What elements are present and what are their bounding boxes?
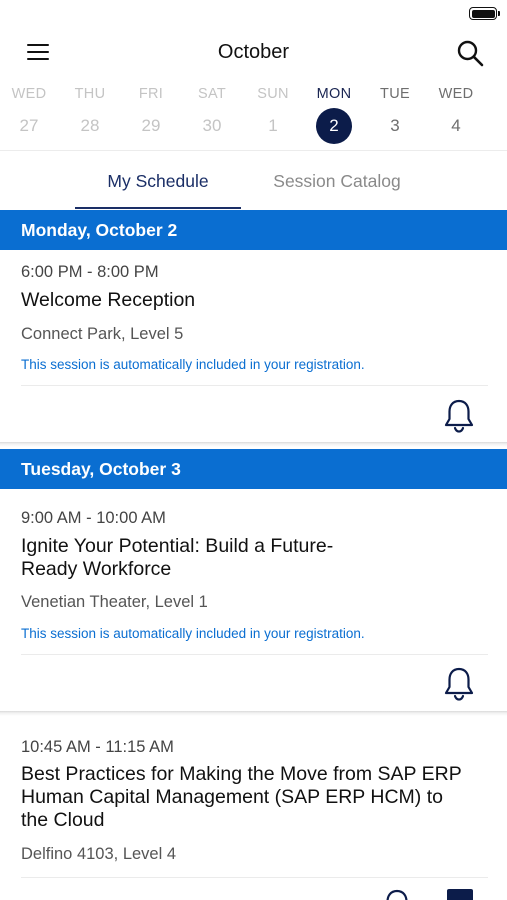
session-card[interactable]: 9:00 AM - 10:00 AM Ignite Your Potential… bbox=[0, 489, 507, 711]
day-sun-1[interactable]: SUN 1 bbox=[243, 84, 303, 144]
session-title-line: Human Capital Management (SAP ERP HCM) t… bbox=[21, 786, 443, 808]
divider bbox=[21, 654, 488, 655]
day-number: 2 bbox=[316, 108, 352, 144]
bell-icon[interactable] bbox=[443, 666, 475, 702]
day-fri-29[interactable]: FRI 29 bbox=[121, 84, 181, 144]
session-title-line: the Cloud bbox=[21, 809, 105, 831]
app-header: October bbox=[0, 28, 507, 80]
schedule-tabs: My Schedule Session Catalog bbox=[0, 160, 507, 210]
day-mon-2-selected[interactable]: MON 2 bbox=[304, 84, 364, 144]
active-tab-indicator bbox=[75, 207, 241, 209]
tab-label: Session Catalog bbox=[273, 171, 401, 191]
session-location: Connect Park, Level 5 bbox=[21, 325, 184, 343]
day-of-week-label: WED bbox=[438, 86, 474, 102]
session-card[interactable]: 10:45 AM - 11:15 AM Best Practices for M… bbox=[0, 716, 507, 900]
day-wed-27[interactable]: WED 27 bbox=[0, 84, 59, 144]
session-time: 10:45 AM - 11:15 AM bbox=[21, 738, 174, 756]
bell-icon[interactable] bbox=[443, 398, 475, 434]
day-sat-30[interactable]: SAT 30 bbox=[182, 84, 242, 144]
day-of-week-label: FRI bbox=[138, 86, 164, 102]
session-registration-note: This session is automatically included i… bbox=[21, 626, 365, 641]
session-time: 6:00 PM - 8:00 PM bbox=[21, 263, 159, 281]
tab-label: My Schedule bbox=[107, 171, 209, 191]
session-location: Venetian Theater, Level 1 bbox=[21, 593, 208, 611]
page-title: October bbox=[217, 41, 290, 63]
day-number: 29 bbox=[141, 116, 161, 135]
card-separator bbox=[0, 442, 507, 447]
week-day-selector: WED 27 THU 28 FRI 29 SAT 30 SUN 1 MON 2 … bbox=[0, 84, 507, 150]
day-number: 30 bbox=[202, 116, 222, 135]
day-of-week-label: SUN bbox=[257, 86, 289, 102]
session-title-line: Ignite Your Potential: Build a Future- bbox=[21, 535, 334, 557]
day-number: 4 bbox=[451, 116, 461, 135]
bell-icon[interactable] bbox=[381, 888, 413, 900]
day-section-header: Monday, October 2 bbox=[0, 210, 507, 250]
tab-my-schedule[interactable]: My Schedule bbox=[75, 160, 241, 209]
divider bbox=[0, 150, 507, 151]
day-tue-3[interactable]: TUE 3 bbox=[365, 84, 425, 144]
day-wed-4[interactable]: WED 4 bbox=[426, 84, 486, 144]
day-number: 3 bbox=[390, 116, 400, 135]
day-of-week-label: THU bbox=[74, 86, 106, 102]
day-of-week-label: WED bbox=[11, 86, 47, 102]
day-of-week-label: TUE bbox=[380, 86, 410, 102]
day-of-week-label: SAT bbox=[197, 86, 227, 102]
divider bbox=[21, 385, 488, 386]
day-number: 28 bbox=[80, 116, 100, 135]
session-card[interactable]: 6:00 PM - 8:00 PM Welcome Reception Conn… bbox=[0, 250, 507, 442]
session-title: Ignite Your Potential: Build a Future- R… bbox=[21, 535, 333, 581]
session-title: Best Practices for Making the Move from … bbox=[21, 763, 462, 832]
session-time: 9:00 AM - 10:00 AM bbox=[21, 509, 166, 527]
add-to-schedule-icon[interactable] bbox=[447, 889, 473, 900]
battery-icon bbox=[469, 7, 500, 20]
day-number: 27 bbox=[19, 116, 39, 135]
search-icon[interactable] bbox=[455, 38, 485, 68]
day-number: 1 bbox=[268, 116, 278, 135]
session-location: Delfino 4103, Level 4 bbox=[21, 845, 177, 863]
day-section-header: Tuesday, October 3 bbox=[0, 449, 507, 489]
session-title-line: Best Practices for Making the Move from … bbox=[21, 763, 462, 785]
tab-session-catalog[interactable]: Session Catalog bbox=[258, 160, 416, 208]
divider bbox=[21, 877, 488, 878]
day-thu-28[interactable]: THU 28 bbox=[60, 84, 120, 144]
session-title: Welcome Reception bbox=[21, 289, 196, 311]
status-bar bbox=[0, 0, 507, 28]
session-title-line: Ready Workforce bbox=[21, 558, 172, 580]
session-registration-note: This session is automatically included i… bbox=[21, 357, 365, 372]
day-of-week-label: MON bbox=[316, 86, 352, 102]
